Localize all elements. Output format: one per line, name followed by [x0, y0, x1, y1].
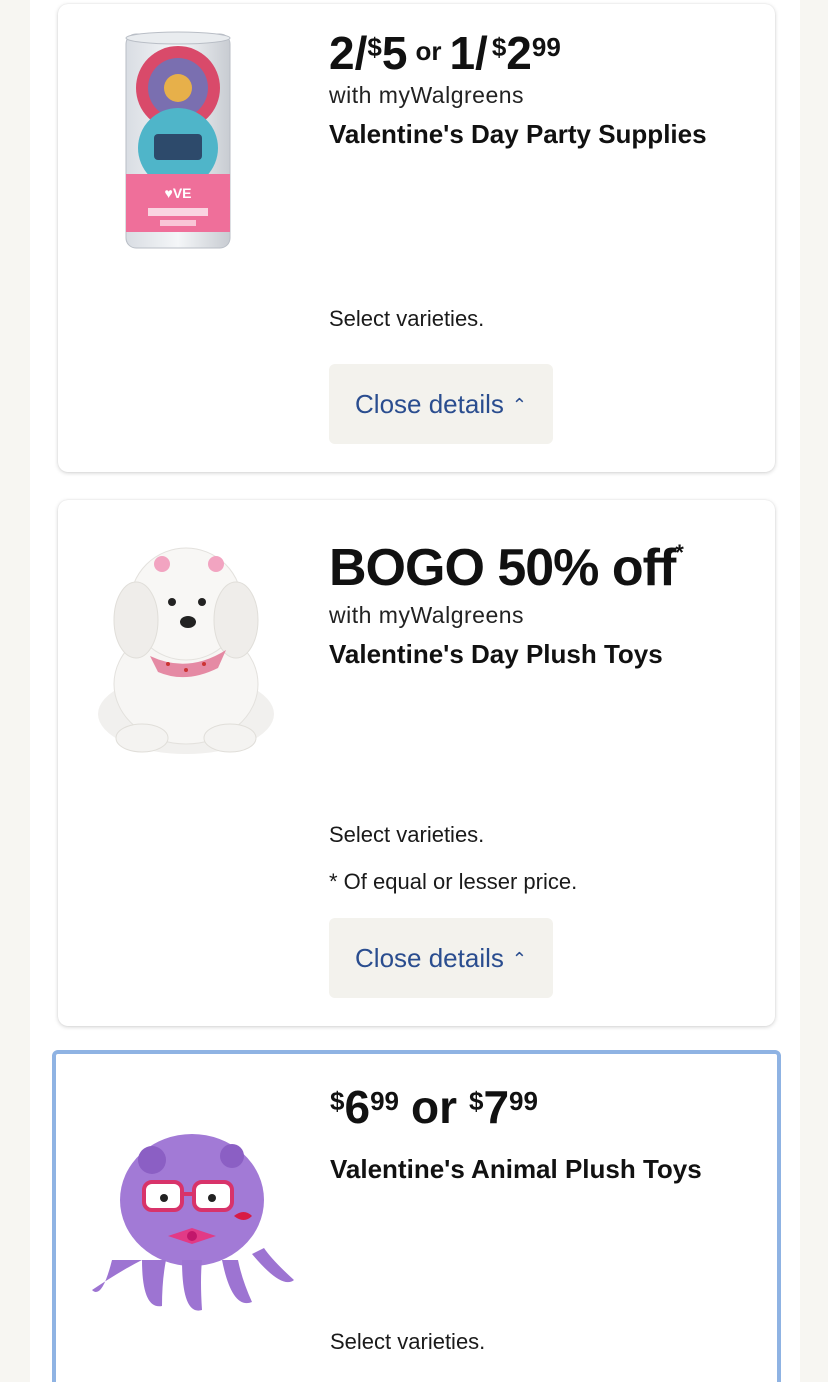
price-2: 7 — [483, 1081, 510, 1133]
chevron-up-icon: ⌃ — [511, 394, 527, 415]
multi-price: 5 — [381, 27, 408, 79]
offer-subtext: with myWalgreens — [329, 602, 525, 628]
cents-1: 99 — [370, 1086, 399, 1116]
offer-note: Select varieties. — [329, 822, 485, 847]
offer-card[interactable]: ♥VE 2/ $ 5 or 1/ $ 2 99 with myWalgreens… — [58, 4, 775, 472]
offer-note: * Of equal or lesser price. — [329, 869, 578, 894]
offer-info: BOGO 50% off * with myWalgreens Valentin… — [329, 542, 755, 670]
close-details-button[interactable]: Close details ⌃ — [329, 364, 553, 444]
dollar-sign: $ — [367, 32, 382, 62]
offer-note: Select varieties. — [330, 1329, 486, 1354]
asterisk: * — [675, 540, 684, 565]
product-image: ♥VE — [125, 31, 231, 249]
single-qty: 1/ — [449, 27, 488, 79]
single-price: 2 — [506, 27, 532, 79]
multi-qty: 2/ — [329, 27, 368, 79]
offer-info: 2/ $ 5 or 1/ $ 2 99 with myWalgreens Val… — [329, 30, 755, 150]
or-text: or — [410, 1081, 457, 1133]
offer-note: Select varieties. — [329, 306, 485, 331]
weekly-ad-page: ♥VE 2/ $ 5 or 1/ $ 2 99 with myWalgreens… — [0, 0, 828, 1382]
price-1: 6 — [344, 1081, 371, 1133]
offer-card[interactable]: BOGO 50% off * with myWalgreens Valentin… — [58, 500, 775, 1026]
offer-price: 2/ $ 5 or 1/ $ 2 99 — [329, 30, 755, 76]
product-image — [92, 1134, 294, 1311]
offer-price: $ 6 99 or $ 7 99 — [330, 1084, 757, 1130]
dollar-sign: $ — [468, 1086, 484, 1116]
offer-subtext: with myWalgreens — [329, 82, 525, 108]
or-text: or — [415, 36, 442, 66]
svg-text:♥VE: ♥VE — [165, 185, 192, 201]
product-title: Valentine's Day Party Supplies — [329, 119, 707, 149]
dollar-sign: $ — [491, 32, 507, 62]
offer-info: $ 6 99 or $ 7 99 Valentine's Animal Plus… — [330, 1084, 757, 1185]
close-details-label: Close details — [355, 388, 504, 419]
single-cents: 99 — [531, 32, 561, 62]
offer-card-selected[interactable]: $ 6 99 or $ 7 99 Valentine's Animal Plus… — [52, 1050, 781, 1382]
close-details-label: Close details — [355, 942, 504, 973]
dollar-sign: $ — [330, 1086, 345, 1116]
product-title: Valentine's Day Plush Toys — [329, 639, 663, 669]
close-details-button[interactable]: Close details ⌃ — [329, 918, 553, 998]
product-title: Valentine's Animal Plush Toys — [330, 1154, 702, 1184]
cents-2: 99 — [509, 1086, 538, 1116]
offer-price: BOGO 50% off * — [329, 539, 755, 597]
chevron-up-icon: ⌃ — [511, 948, 527, 969]
product-image — [98, 547, 274, 754]
bogo-text: BOGO 50% off — [329, 539, 676, 597]
